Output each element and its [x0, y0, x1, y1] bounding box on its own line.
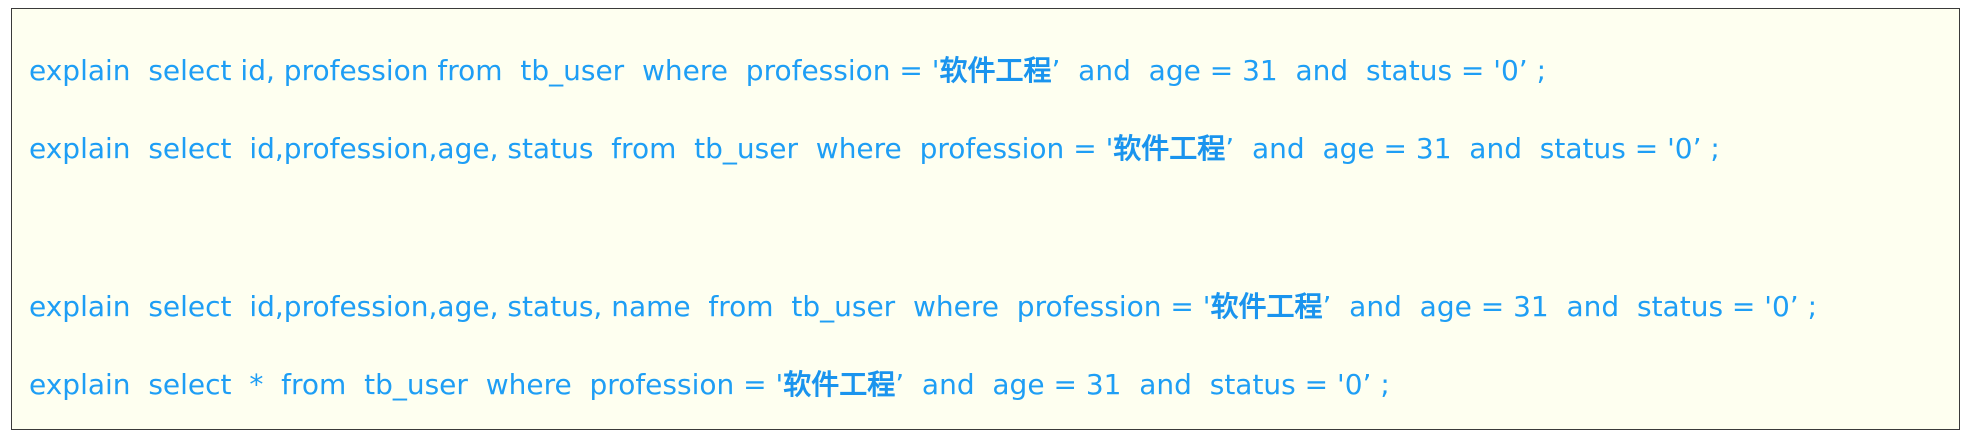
sql-line-2: explain select id,profession,age, status…: [29, 129, 1720, 169]
profession-value: 软件工程: [783, 368, 896, 401]
sql-line-3: explain select id,profession,age, status…: [29, 287, 1817, 327]
sql-line-4: explain select * from tb_user where prof…: [29, 365, 1390, 405]
sql-text: ’ and age = 31 and status = '0’ ;: [1051, 54, 1547, 87]
profession-value: 软件工程: [1113, 132, 1226, 165]
sql-text: ’ and age = 31 and status = '0’ ;: [1225, 132, 1720, 165]
sql-text: ’ and age = 31 and status = '0’ ;: [1322, 290, 1818, 323]
profession-value: 软件工程: [1210, 290, 1323, 323]
sql-text: explain select * from tb_user where prof…: [29, 368, 784, 401]
sql-text: ’ and age = 31 and status = '0’ ;: [895, 368, 1390, 401]
sql-line-1: explain select id, profession from tb_us…: [29, 51, 1546, 91]
sql-code-block: explain select id, profession from tb_us…: [11, 8, 1960, 430]
sql-text: explain select id,profession,age, status…: [29, 132, 1114, 165]
sql-text: explain select id, profession from tb_us…: [29, 54, 940, 87]
sql-text: explain select id,profession,age, status…: [29, 290, 1211, 323]
profession-value: 软件工程: [939, 54, 1052, 87]
